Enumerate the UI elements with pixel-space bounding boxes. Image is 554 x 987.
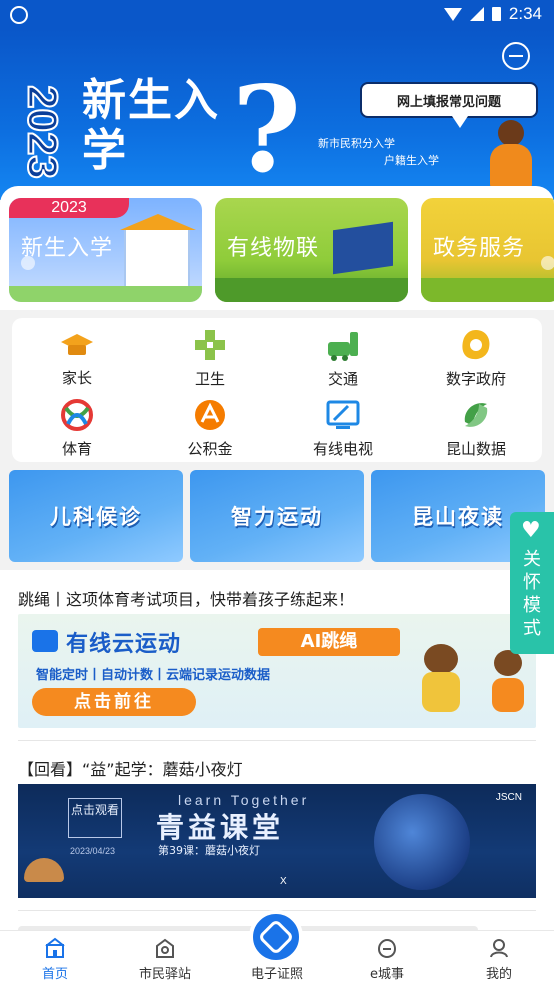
faq-bubble: 网上填报常见问题 bbox=[360, 82, 538, 128]
grid-item-housing-fund[interactable]: 公积金 bbox=[145, 394, 275, 458]
data-icon bbox=[459, 398, 493, 432]
app-indicator-icon bbox=[10, 6, 28, 24]
news-title[interactable]: 跳绳丨这项体育考试项目，快带着孩子练起来！ bbox=[18, 586, 354, 610]
ai-jump-rope-tag: AI跳绳 bbox=[258, 628, 400, 656]
news-title[interactable]: 【回看】“益”起学：蘑菇小夜灯 bbox=[18, 756, 243, 780]
service-card-label: 有线物联 bbox=[227, 236, 320, 261]
transit-icon bbox=[326, 328, 360, 362]
banner-year: 2023 bbox=[19, 84, 68, 179]
grid-item-transport[interactable]: 交通 bbox=[278, 324, 408, 388]
city-affairs-icon bbox=[377, 938, 397, 959]
tile-mind-sports[interactable]: 智力运动 bbox=[190, 470, 364, 562]
mushroom-globe-image bbox=[374, 794, 470, 890]
housing-fund-icon bbox=[193, 398, 227, 432]
tv-icon bbox=[326, 398, 360, 432]
care-mode-button[interactable]: ♥ 关怀模式 bbox=[510, 512, 554, 654]
service-card-label: 新生入学 bbox=[21, 236, 114, 261]
service-carousel[interactable]: 2023 新生入学 有线物联 政务服务 bbox=[0, 186, 554, 310]
home-icon bbox=[45, 937, 65, 958]
mushroom-decoration bbox=[24, 858, 64, 882]
carousel-next-icon[interactable] bbox=[541, 256, 554, 270]
digital-gov-icon bbox=[459, 328, 493, 362]
tab-home[interactable]: 首页 bbox=[0, 937, 110, 985]
service-card-enrollment[interactable]: 2023 新生入学 bbox=[9, 198, 202, 302]
jscn-logo: JSCN bbox=[495, 792, 522, 803]
tab-profile[interactable]: 我的 bbox=[444, 937, 554, 985]
promo-banner-cloud-sports[interactable]: 有线云运动 AI跳绳 智能定时丨自动计数丨云端记录运动数据 点击前往 bbox=[18, 614, 536, 728]
question-mark: ? bbox=[232, 60, 302, 199]
graduation-cap-icon bbox=[60, 328, 94, 361]
scan-icon[interactable] bbox=[502, 42, 530, 70]
tab-citizen-station[interactable]: 市民驿站 bbox=[110, 937, 220, 985]
banner-caption-new-citizen: 新市民积分入学 bbox=[318, 137, 395, 150]
banner-caption-resident: 户籍生入学 bbox=[384, 154, 439, 167]
smart-home-icon bbox=[333, 221, 393, 275]
citizen-station-icon bbox=[156, 938, 174, 958]
grid-item-kunshan-data[interactable]: 昆山数据 bbox=[411, 394, 541, 458]
grid-item-digital-gov[interactable]: 数字政府 bbox=[411, 324, 541, 388]
signal-icon bbox=[469, 7, 484, 21]
status-time: 2:34 bbox=[508, 4, 542, 23]
tab-city-affairs[interactable]: e城事 bbox=[332, 937, 442, 985]
status-bar: 2:34 bbox=[0, 0, 554, 30]
banner-title: 新生入学 bbox=[82, 75, 220, 176]
health-cross-icon bbox=[193, 328, 227, 362]
promo-banner-youth-class[interactable]: 点击观看 2023/04/23 learn Together 青益课堂 第39课… bbox=[18, 784, 536, 898]
enrollment-year-ribbon: 2023 bbox=[9, 198, 129, 218]
quick-access-grid: 家长 卫生 交通 数字政府 体育 公积金 有线电视 昆山数据 bbox=[12, 318, 542, 462]
wifi-icon bbox=[443, 7, 462, 21]
kid-illustration bbox=[416, 644, 468, 722]
go-now-button[interactable]: 点击前往 bbox=[32, 688, 196, 716]
service-card-gov-services[interactable]: 政务服务 bbox=[421, 198, 554, 302]
hero-banner[interactable]: 2023 新生入学 ? 网上填报常见问题 新市民积分入学 户籍生入学 bbox=[0, 30, 554, 200]
e-license-icon[interactable] bbox=[249, 910, 303, 964]
profile-icon bbox=[490, 939, 508, 958]
service-card-cable-iot[interactable]: 有线物联 bbox=[215, 198, 408, 302]
watch-now-box: 点击观看 bbox=[68, 798, 122, 838]
sports-icon bbox=[60, 398, 94, 432]
tile-pediatric-queue[interactable]: 儿科候诊 bbox=[9, 470, 183, 562]
battery-icon bbox=[491, 7, 501, 21]
grid-item-parents[interactable]: 家长 bbox=[12, 324, 142, 388]
grid-item-sports[interactable]: 体育 bbox=[12, 394, 142, 458]
heart-icon: ♥ bbox=[521, 518, 541, 543]
school-icon bbox=[120, 214, 196, 288]
cloud-sports-logo-icon bbox=[32, 630, 58, 652]
kid-illustration bbox=[486, 650, 530, 720]
grid-item-cable-tv[interactable]: 有线电视 bbox=[278, 394, 408, 458]
student-illustration bbox=[488, 120, 534, 196]
service-card-label: 政务服务 bbox=[433, 236, 526, 261]
grid-item-health[interactable]: 卫生 bbox=[145, 324, 275, 388]
